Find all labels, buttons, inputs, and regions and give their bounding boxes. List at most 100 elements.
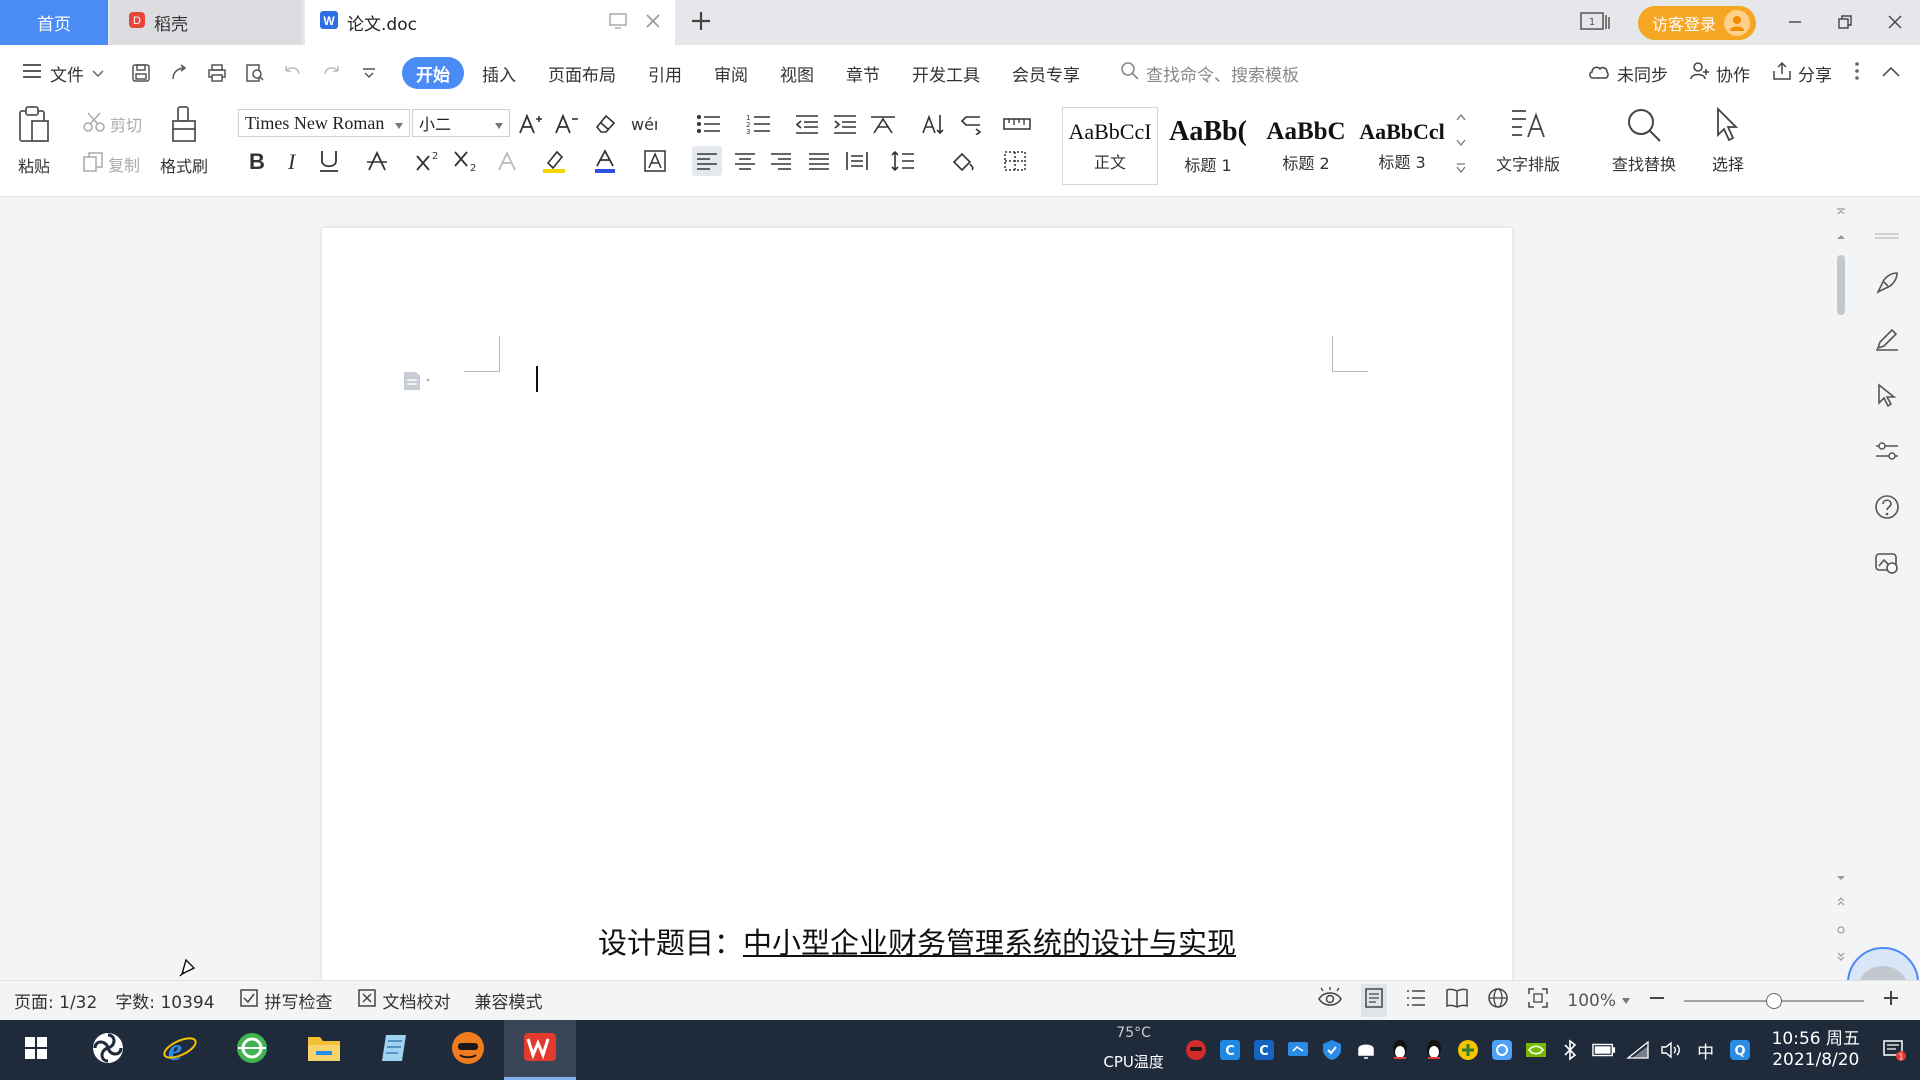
reading-view-icon[interactable] — [1445, 987, 1469, 1014]
bullet-list-icon[interactable] — [694, 109, 724, 139]
font-size-select[interactable]: 小二 — [412, 109, 510, 137]
subscript-icon[interactable]: 2 — [452, 146, 482, 176]
rocket-icon[interactable] — [1874, 270, 1900, 300]
paragraph-options-icon[interactable] — [402, 370, 436, 396]
qq-icon[interactable] — [1388, 1038, 1412, 1062]
format-painter-button[interactable]: 格式刷 — [160, 105, 208, 177]
pen-icon[interactable] — [1874, 326, 1900, 356]
guest-login-button[interactable]: 访客登录 — [1637, 5, 1756, 40]
distribute-icon[interactable] — [842, 146, 872, 176]
close-tab-icon[interactable] — [645, 13, 661, 33]
align-center-icon[interactable] — [730, 146, 760, 176]
sidebar-drag-handle[interactable] — [1874, 228, 1900, 244]
tray-circle-icon[interactable] — [1490, 1038, 1514, 1062]
shading-icon[interactable] — [948, 146, 978, 176]
styles-expand-icon[interactable] — [1456, 161, 1466, 177]
zoom-out-icon[interactable] — [1648, 989, 1666, 1012]
page-indicator[interactable]: 页面: 1/32 — [14, 988, 97, 1013]
zoom-in-icon[interactable] — [1882, 989, 1900, 1012]
tab-review[interactable]: 审阅 — [700, 57, 762, 89]
undo-icon[interactable] — [282, 62, 304, 84]
doc-proof-button[interactable]: 文档校对 — [357, 988, 451, 1013]
battery-icon[interactable] — [1591, 1038, 1616, 1062]
tray-blue-c-icon[interactable]: C — [1218, 1038, 1242, 1062]
help-icon[interactable] — [1874, 494, 1900, 524]
chinese-layout-icon[interactable] — [868, 109, 898, 139]
collapse-ribbon-icon[interactable] — [1882, 63, 1900, 83]
numbered-list-icon[interactable]: 123 — [744, 109, 774, 139]
tab-document[interactable]: W 论文.doc — [305, 0, 675, 45]
tab-references[interactable]: 引用 — [634, 57, 696, 89]
action-center-icon[interactable]: 1 — [1882, 1038, 1906, 1062]
tab-sections[interactable]: 章节 — [832, 57, 894, 89]
fit-page-icon[interactable] — [1527, 987, 1549, 1014]
cut-button[interactable]: 剪切 — [82, 111, 142, 137]
align-right-icon[interactable] — [766, 146, 796, 176]
style-normal[interactable]: AaBbCcI 正文 — [1062, 107, 1158, 185]
text-effect-icon[interactable] — [492, 146, 522, 176]
copy-button[interactable]: 复制 — [82, 151, 140, 177]
share-button[interactable]: 分享 — [1772, 61, 1832, 86]
show-marks-icon[interactable] — [958, 109, 988, 139]
tray-screen-icon[interactable] — [1286, 1038, 1310, 1062]
clear-format-icon[interactable] — [590, 109, 620, 139]
phonetic-guide-icon[interactable]: wén — [628, 109, 658, 139]
command-search[interactable]: 查找命令、搜索模板 — [1120, 61, 1299, 86]
tab-daoke[interactable]: D 稻壳 — [110, 0, 302, 45]
file-menu-button[interactable]: 文件 — [22, 61, 104, 86]
sync-button[interactable]: 未同步 — [1587, 61, 1668, 86]
tray-red-app-icon[interactable] — [1184, 1038, 1208, 1062]
outline-view-icon[interactable] — [1405, 987, 1427, 1014]
new-tab-button[interactable] — [690, 6, 712, 39]
char-border-icon[interactable] — [640, 146, 670, 176]
cpu-temp-widget[interactable]: 75°C CPU温度 — [1094, 1025, 1174, 1075]
tray-blue-c2-icon[interactable]: C — [1252, 1038, 1276, 1062]
window-layout-icon[interactable]: 1 — [1580, 11, 1610, 35]
superscript-icon[interactable]: 2 — [414, 146, 444, 176]
underline-icon[interactable] — [314, 146, 344, 176]
vertical-scrollbar[interactable] — [1834, 205, 1848, 975]
paste-button[interactable]: 粘贴 — [16, 105, 52, 177]
print-icon[interactable] — [206, 62, 228, 84]
taskbar-app-wps[interactable] — [504, 1020, 576, 1080]
bold-icon[interactable]: B — [242, 146, 272, 176]
tray-shield-icon[interactable] — [1320, 1038, 1344, 1062]
zoom-slider[interactable] — [1684, 991, 1864, 1011]
web-view-icon[interactable] — [1487, 987, 1509, 1014]
increase-indent-icon[interactable] — [830, 109, 860, 139]
minimize-icon[interactable] — [1784, 11, 1806, 35]
shrink-font-icon[interactable] — [552, 109, 582, 139]
media-icon[interactable] — [1874, 550, 1900, 580]
justify-icon[interactable] — [804, 146, 834, 176]
taskbar-app-explorer[interactable] — [288, 1020, 360, 1080]
tab-view[interactable]: 视图 — [766, 57, 828, 89]
zoom-slider-thumb[interactable] — [1766, 992, 1782, 1009]
adjust-icon[interactable] — [1874, 438, 1900, 468]
tab-insert[interactable]: 插入 — [468, 57, 530, 89]
notification-bell-icon[interactable] — [1354, 1038, 1378, 1062]
print-preview-icon[interactable] — [244, 62, 266, 84]
taskbar-app-game[interactable] — [432, 1020, 504, 1080]
bluetooth-icon[interactable] — [1558, 1038, 1582, 1062]
text-layout-button[interactable]: 文字排版 — [1496, 107, 1560, 175]
select-button[interactable]: 选择 — [1710, 106, 1746, 175]
tab-member[interactable]: 会员专享 — [998, 57, 1094, 89]
taskbar-app-ie[interactable]: e — [144, 1020, 216, 1080]
sort-icon[interactable] — [918, 109, 948, 139]
taskbar-app-notepad[interactable] — [360, 1020, 432, 1080]
collab-button[interactable]: 协作 — [1690, 61, 1750, 86]
tray-q-icon[interactable]: Q — [1728, 1038, 1752, 1062]
style-heading-1[interactable]: AaBb( 标题 1 — [1160, 107, 1256, 185]
more-options-icon[interactable] — [1854, 61, 1860, 86]
export-icon[interactable] — [168, 62, 190, 84]
ruler-icon[interactable] — [1002, 109, 1032, 139]
customize-toolbar-icon[interactable] — [358, 62, 380, 84]
find-replace-button[interactable]: 查找替换 — [1612, 107, 1676, 175]
eye-protection-icon[interactable] — [1317, 987, 1343, 1014]
page-view-icon[interactable] — [1361, 984, 1388, 1017]
grow-font-icon[interactable] — [516, 109, 546, 139]
wifi-icon[interactable] — [1625, 1038, 1650, 1062]
font-color-icon[interactable] — [590, 146, 620, 176]
nvidia-icon[interactable] — [1524, 1038, 1548, 1062]
save-icon[interactable] — [130, 62, 152, 84]
